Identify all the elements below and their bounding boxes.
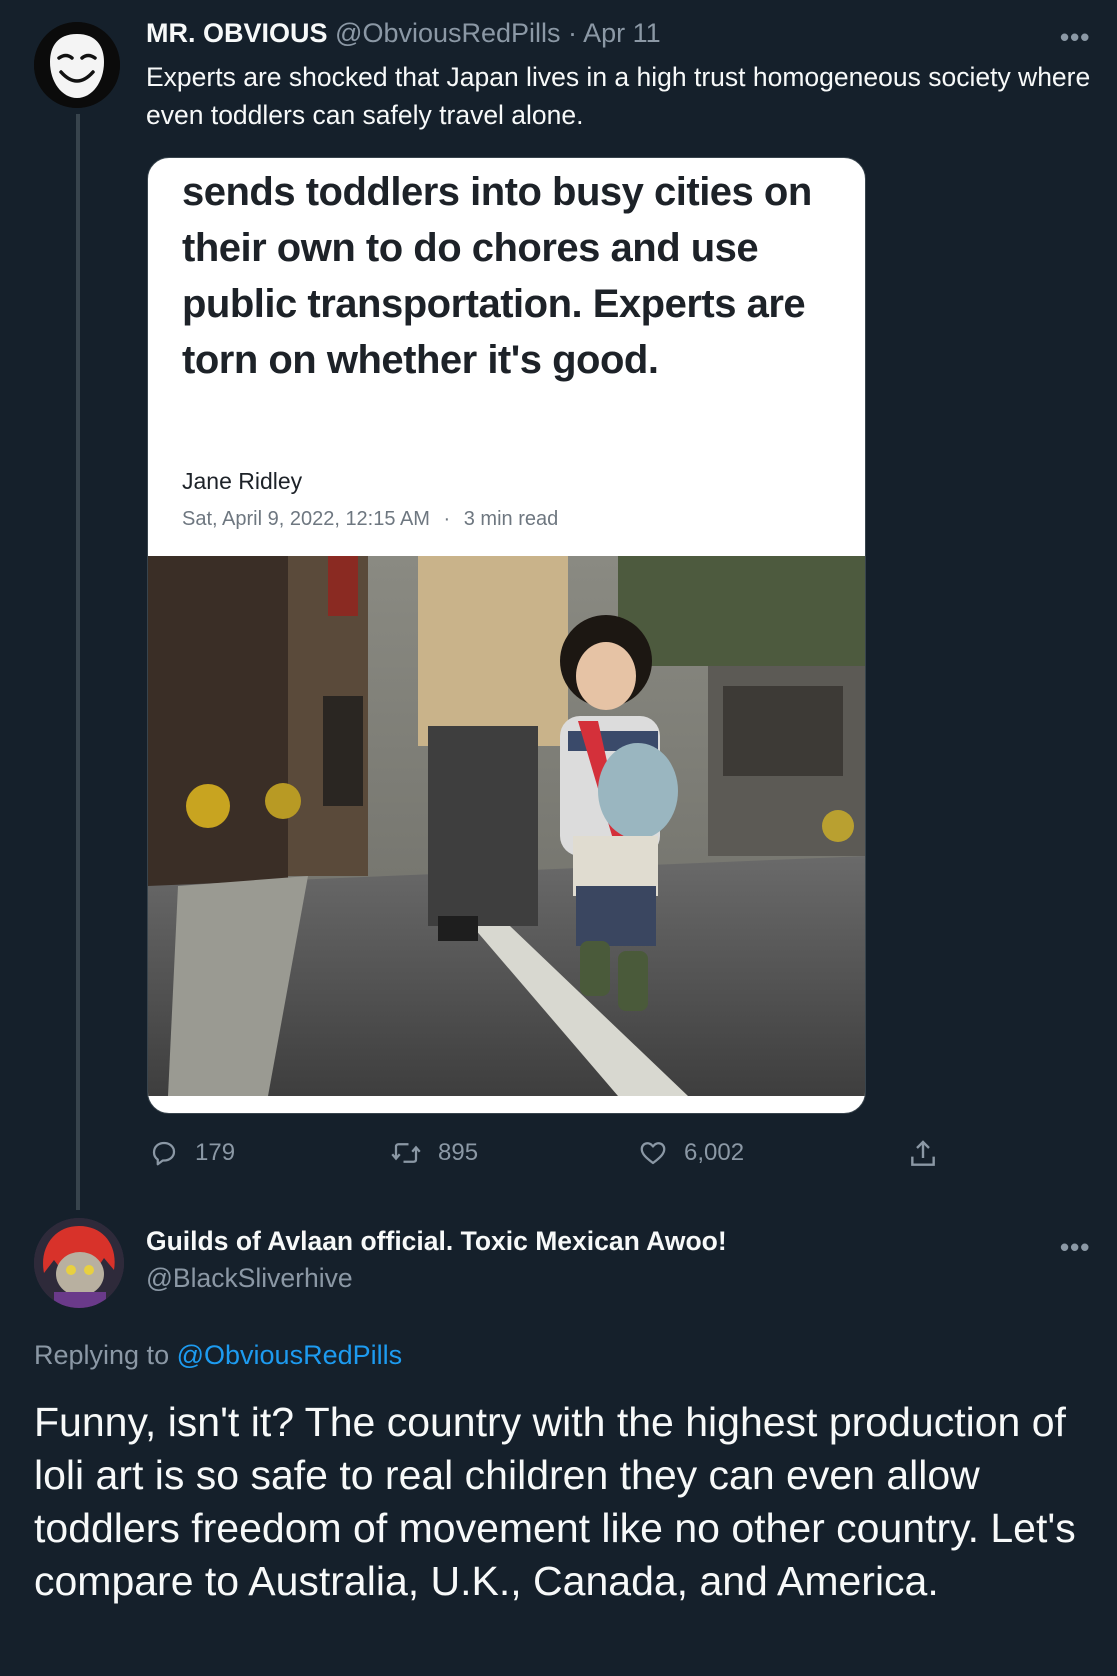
reply-count: 179 xyxy=(195,1139,236,1166)
tweet-text: Funny, isn't it? The country with the hi… xyxy=(34,1399,1076,1604)
replying-to-label: Replying to xyxy=(34,1340,170,1370)
embedded-article-card[interactable]: sends toddlers into busy cities on their… xyxy=(147,157,866,1114)
replying-to-handle-link[interactable]: @ObviousRedPills xyxy=(177,1340,403,1370)
article-meta: Sat, April 9, 2022, 12:15 AM · 3 min rea… xyxy=(182,508,558,531)
more-options-icon[interactable]: ••• xyxy=(1060,22,1090,53)
avatar[interactable] xyxy=(34,22,120,108)
handle[interactable]: @BlackSliverhive xyxy=(146,1263,353,1294)
like-action[interactable]: 6,002 xyxy=(636,1138,744,1168)
article-date: Sat, April 9, 2022, 12:15 AM xyxy=(182,508,430,530)
tweet-date[interactable]: Apr 11 xyxy=(583,18,661,48)
article-author: Jane Ridley xyxy=(182,468,303,494)
mask-avatar-icon xyxy=(34,22,120,108)
avatar[interactable] xyxy=(34,1218,124,1308)
article-headline: sends toddlers into busy cities on their… xyxy=(182,170,812,382)
thread-connector-line xyxy=(76,114,80,1210)
like-count: 6,002 xyxy=(684,1139,745,1166)
handle[interactable]: @ObviousRedPills xyxy=(335,18,561,48)
retweet-icon xyxy=(391,1143,421,1163)
retweet-action[interactable]: 895 xyxy=(388,1138,478,1168)
article-read-time: 3 min read xyxy=(463,508,559,530)
tweet-text: Experts are shocked that Japan lives in … xyxy=(146,62,1091,130)
replying-to: Replying to @ObviousRedPills xyxy=(34,1340,402,1371)
display-name[interactable]: MR. OBVIOUS xyxy=(146,18,328,48)
more-options-icon[interactable]: ••• xyxy=(1060,1232,1090,1263)
article-photo xyxy=(148,556,865,1096)
like-icon xyxy=(640,1142,666,1165)
reply-action[interactable]: 179 xyxy=(147,1138,235,1168)
tweet-header: MR. OBVIOUS @ObviousRedPills · Apr 11 xyxy=(146,18,661,49)
meta-dot: · xyxy=(443,508,451,530)
separator-dot: · xyxy=(568,18,578,48)
reply-icon xyxy=(152,1141,176,1166)
share-icon xyxy=(911,1140,935,1166)
retweet-count: 895 xyxy=(438,1139,479,1166)
display-name[interactable]: Guilds of Avlaan official. Toxic Mexican… xyxy=(146,1226,727,1257)
anime-avatar-icon xyxy=(34,1218,124,1308)
share-action[interactable] xyxy=(906,1138,954,1170)
